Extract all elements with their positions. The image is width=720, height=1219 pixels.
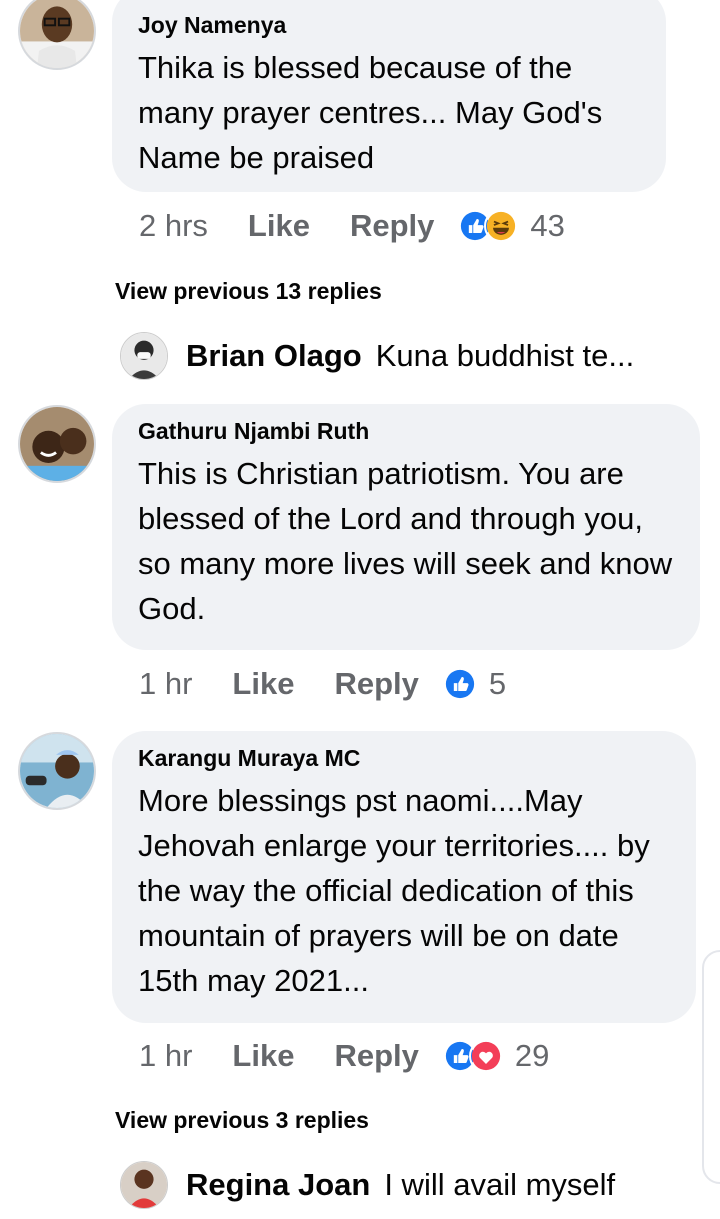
reply-button[interactable]: Reply [334,1038,418,1074]
reply-button[interactable]: Reply [334,666,418,702]
comment-bubble: Joy Namenya Thika is blessed because of … [112,0,666,192]
avatar[interactable] [18,0,96,70]
avatar-photo-icon [20,734,94,808]
comment-author[interactable]: Karangu Muraya MC [138,745,670,772]
comment-actions: 1 hr Like Reply 5 [139,666,506,702]
comment-bubble: Gathuru Njambi Ruth This is Christian pa… [112,404,700,650]
haha-icon [484,209,519,243]
reaction-count[interactable]: 29 [515,1038,549,1074]
comment-time[interactable]: 1 hr [139,666,192,702]
avatar-photo-icon [20,0,94,68]
avatar-photo-icon [121,1162,167,1208]
reply-author[interactable]: Brian Olago [186,338,362,374]
reply-preview[interactable]: Brian Olago Kuna buddhist te... [120,332,634,380]
reply-author[interactable]: Regina Joan [186,1167,370,1203]
love-icon [468,1039,503,1073]
reactions-summary[interactable] [442,667,477,701]
like-button[interactable]: Like [248,208,310,244]
comment-actions: 2 hrs Like Reply 43 [139,208,565,244]
view-previous-replies[interactable]: View previous 3 replies [115,1107,369,1134]
comment-bubble: Karangu Muraya MC More blessings pst nao… [112,731,696,1023]
like-button[interactable]: Like [232,666,294,702]
side-panel-edge[interactable] [702,950,720,1184]
comment-text: Thika is blessed because of the many pra… [138,50,603,175]
avatar[interactable] [18,732,96,810]
comment-author[interactable]: Gathuru Njambi Ruth [138,418,674,445]
comment-actions: 1 hr Like Reply 29 [139,1038,549,1074]
reply-text: I will avail myself [384,1167,616,1202]
reply-button[interactable]: Reply [350,208,434,244]
comment-time[interactable]: 1 hr [139,1038,192,1074]
avatar [120,332,168,380]
reaction-count[interactable]: 43 [530,208,564,244]
comment-author[interactable]: Joy Namenya [138,12,640,39]
reply-text: Kuna buddhist te... [375,338,635,373]
reactions-summary[interactable] [458,209,519,243]
avatar[interactable] [18,405,96,483]
reply-preview[interactable]: Regina Joan I will avail myself [120,1161,615,1209]
reactions-summary[interactable] [442,1039,503,1073]
like-icon [442,667,477,701]
avatar [120,1161,168,1209]
view-previous-replies[interactable]: View previous 13 replies [115,278,382,305]
comment-time[interactable]: 2 hrs [139,208,208,244]
like-button[interactable]: Like [232,1038,294,1074]
comment-text: This is Christian patriotism. You are bl… [138,456,673,626]
avatar-photo-icon [121,333,167,379]
reaction-count[interactable]: 5 [489,666,506,702]
avatar-photo-icon [20,407,94,481]
comment-text: More blessings pst naomi....May Jehovah … [138,783,650,998]
